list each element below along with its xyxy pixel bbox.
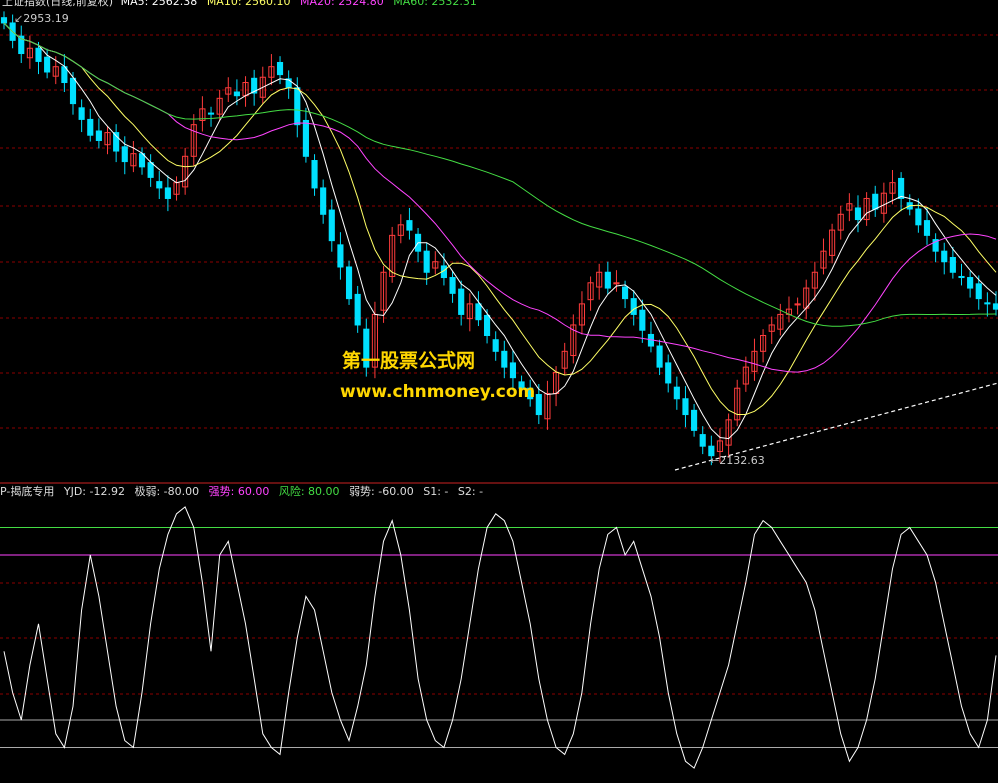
candle-body-35 — [302, 119, 309, 157]
candle-body-106 — [915, 208, 922, 226]
ma60-label: MA60: 2532.31 — [393, 0, 477, 8]
candle-body-36 — [311, 160, 318, 189]
candle-body-14 — [121, 146, 128, 163]
candle-body-18 — [156, 181, 163, 189]
candle-body-38 — [328, 209, 335, 242]
candle-body-58 — [501, 350, 508, 368]
watermark-title: 第一股票公式网 — [342, 350, 476, 372]
candle-body-76 — [656, 345, 663, 368]
candle-body-81 — [699, 434, 706, 447]
candle-body-0 — [0, 17, 8, 24]
candle-body-57 — [492, 339, 499, 352]
chart-stage: 上证指数(日线,前复权) MA5: 2562.38 MA10: 2560.10 … — [0, 0, 998, 779]
candle-body-40 — [345, 266, 353, 300]
candle-body-37 — [320, 187, 327, 215]
candle-body-11 — [95, 130, 102, 141]
candle-body-5 — [44, 56, 51, 73]
candle-body-41 — [354, 293, 361, 326]
ruoshi-value: 弱势: -60.00 — [349, 485, 414, 498]
candle-body-32 — [276, 61, 284, 76]
candle-body-79 — [682, 398, 689, 416]
candle-body-74 — [639, 309, 646, 331]
ma5-label: MA5: 2562.38 — [120, 0, 198, 8]
candle-body-52 — [449, 277, 456, 294]
s2-value: S2: - — [457, 485, 484, 498]
indicator-name: P-揭底专用 — [0, 485, 55, 498]
candle-body-19 — [164, 187, 171, 199]
candle-body-77 — [665, 362, 672, 384]
ma20-line — [3, 22, 997, 373]
candle-body-17 — [147, 162, 154, 178]
watermark-url: www.chnmoney.com — [340, 382, 536, 402]
indicator-header: P-揭底专用 YJD: -12.92 极弱: -80.00 强势: 60.00 … — [0, 485, 483, 499]
candle-body-107 — [923, 220, 931, 236]
price-low-label: ←2132.63 — [710, 454, 765, 467]
candle-body-10 — [87, 118, 94, 136]
yjd-value: YJD: -12.92 — [63, 485, 125, 498]
candle-body-112 — [967, 277, 974, 289]
price-header: 上证指数(日线,前复权) MA5: 2562.38 MA10: 2560.10 … — [2, 0, 477, 9]
ma5-line — [3, 22, 997, 440]
candle-body-109 — [941, 250, 948, 263]
candle-body-8 — [69, 77, 77, 105]
jiruo-value: 极弱: -80.00 — [134, 485, 200, 498]
candle-body-9 — [78, 107, 85, 120]
candle-body-56 — [483, 314, 491, 337]
candle-body-49 — [423, 250, 430, 273]
candle-body-70 — [604, 271, 611, 289]
index-title: 上证指数(日线,前复权) — [2, 0, 114, 8]
candle-body-99 — [854, 207, 862, 221]
price-high-label: ↙2953.19 — [14, 12, 69, 25]
candle-body-4 — [35, 47, 42, 62]
candle-body-53 — [458, 288, 465, 315]
candle-body-113 — [975, 283, 982, 300]
candle-body-62 — [535, 394, 542, 416]
grid-lines — [0, 34, 998, 695]
candle-body-55 — [475, 303, 482, 321]
candle-body-101 — [872, 193, 879, 210]
ma10-label: MA10: 2560.10 — [206, 0, 291, 8]
candle-body-72 — [622, 286, 629, 300]
candle-body-27 — [233, 91, 240, 97]
candle-body-110 — [949, 257, 956, 273]
candle-body-34 — [294, 87, 301, 126]
candle-body-111 — [958, 275, 965, 279]
candle-body-39 — [337, 244, 344, 268]
candle-body-59 — [509, 362, 517, 379]
s1-value: S1: - — [423, 485, 449, 498]
candle-body-73 — [630, 298, 637, 315]
candle-body-78 — [673, 386, 680, 400]
candle-body-80 — [691, 409, 698, 431]
candle-body-104 — [898, 177, 905, 199]
fengxian-value: 风险: 80.00 — [278, 485, 340, 498]
candle-body-47 — [406, 220, 413, 231]
candle-body-114 — [984, 302, 991, 305]
ma10-line — [3, 22, 997, 415]
candle-body-24 — [207, 112, 215, 115]
qiangshi-value: 强势: 60.00 — [208, 485, 270, 498]
candle-body-115 — [992, 303, 998, 310]
ma20-label: MA20: 2524.80 — [300, 0, 384, 8]
moving-averages — [3, 22, 997, 440]
